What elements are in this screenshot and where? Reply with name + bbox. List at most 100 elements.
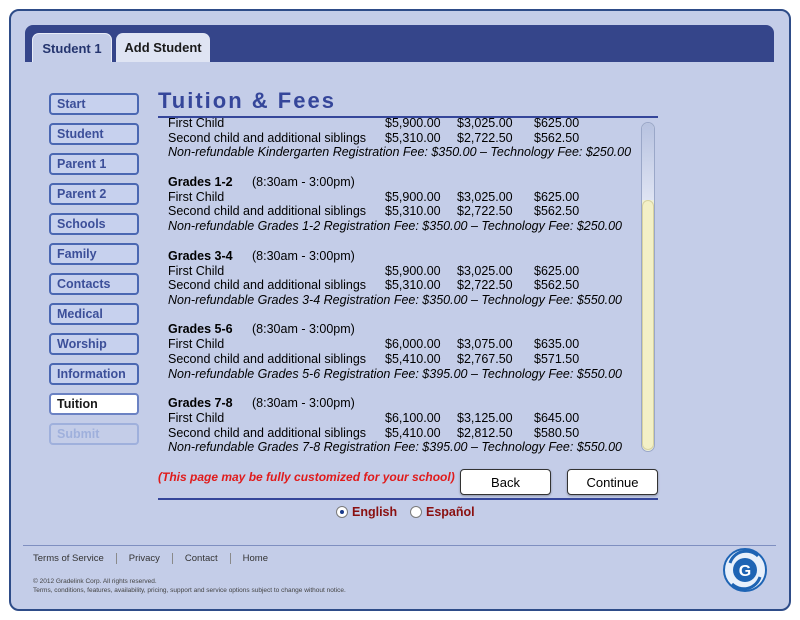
fee-group-grades-7-8: Grades 7-8 (8:30am - 3:00pm) First Child … <box>168 396 638 455</box>
fee-note: Non-refundable Grades 3-4 Registration F… <box>168 292 623 307</box>
row-label: First Child <box>168 263 225 278</box>
radio-spanish[interactable] <box>410 506 422 518</box>
fee-value: $3,075.00 <box>457 337 513 352</box>
fee-group-kindergarten: First Child $5,900.00 $3,025.00 $625.00 … <box>168 118 638 160</box>
fee-value: $5,410.00 <box>385 351 441 366</box>
group-heading: Grades 1-2 (8:30am - 3:00pm) <box>168 175 638 190</box>
page-title: Tuition & Fees <box>158 88 336 113</box>
sidebar-item-student[interactable]: Student <box>49 123 139 145</box>
table-row: First Child $6,000.00 $3,075.00 $635.00 <box>168 337 638 352</box>
group-heading: Grades 5-6 (8:30am - 3:00pm) <box>168 322 638 337</box>
sidebar-item-information[interactable]: Information <box>49 363 139 385</box>
table-row: First Child $5,900.00 $3,025.00 $625.00 <box>168 190 638 205</box>
fee-value: $5,310.00 <box>385 130 441 145</box>
fee-value: $2,722.50 <box>457 204 513 219</box>
fee-value: $5,900.00 <box>385 263 441 278</box>
footer-links: Terms of Service Privacy Contact Home <box>33 553 280 564</box>
fee-value: $562.50 <box>534 204 580 219</box>
sidebar-item-worship[interactable]: Worship <box>49 333 139 355</box>
fee-value: $5,410.00 <box>385 425 441 440</box>
group-hours: (8:30am - 3:00pm) <box>252 396 355 411</box>
customization-note: (This page may be fully customized for y… <box>158 470 455 484</box>
continue-button[interactable]: Continue <box>567 469 658 495</box>
sidebar-item-medical[interactable]: Medical <box>49 303 139 325</box>
row-label: First Child <box>168 189 225 204</box>
row-label: First Child <box>168 411 225 426</box>
fee-group-grades-1-2: Grades 1-2 (8:30am - 3:00pm) First Child … <box>168 175 638 234</box>
copyright-text: © 2012 Gradelink Corp. All rights reserv… <box>33 578 157 585</box>
fee-value: $3,025.00 <box>457 189 513 204</box>
fee-value: $635.00 <box>534 337 580 352</box>
language-spanish-option[interactable]: Español <box>410 505 475 519</box>
fee-value: $625.00 <box>534 263 580 278</box>
fee-value: $2,767.50 <box>457 351 513 366</box>
table-row: Second child and additional siblings $5,… <box>168 131 638 146</box>
group-name: Grades 1-2 <box>168 174 233 189</box>
row-label: Second child and additional siblings <box>168 130 367 145</box>
fee-value: $562.50 <box>534 278 580 293</box>
fee-value: $625.00 <box>534 118 580 130</box>
sidebar-item-submit: Submit <box>49 423 139 445</box>
sidebar-item-schools[interactable]: Schools <box>49 213 139 235</box>
fee-value: $625.00 <box>534 189 580 204</box>
fee-value: $5,310.00 <box>385 204 441 219</box>
sidebar-item-start[interactable]: Start <box>49 93 139 115</box>
group-heading: Grades 3-4 (8:30am - 3:00pm) <box>168 249 638 264</box>
footer-legal: © 2012 Gradelink Corp. All rights reserv… <box>33 578 346 595</box>
fee-value: $5,310.00 <box>385 278 441 293</box>
scrollbar-thumb[interactable] <box>642 200 654 450</box>
group-heading: Grades 7-8 (8:30am - 3:00pm) <box>168 396 638 411</box>
gradelink-logo-icon: G <box>723 548 767 592</box>
row-label: Second child and additional siblings <box>168 278 367 293</box>
fee-value: $3,025.00 <box>457 118 513 130</box>
language-english-option[interactable]: English <box>336 505 397 519</box>
fee-value: $645.00 <box>534 411 580 426</box>
tab-add-student[interactable]: Add Student <box>116 33 210 62</box>
table-row: Second child and additional siblings $5,… <box>168 278 638 293</box>
tuition-scroll-region[interactable]: First Child $5,900.00 $3,025.00 $625.00 … <box>158 118 638 456</box>
fee-note: Non-refundable Kindergarten Registration… <box>168 145 632 160</box>
row-label: Second child and additional siblings <box>168 204 367 219</box>
fee-group-grades-3-4: Grades 3-4 (8:30am - 3:00pm) First Child … <box>168 249 638 308</box>
logo-letter: G <box>739 563 751 580</box>
fee-note: Non-refundable Grades 7-8 Registration F… <box>168 440 623 455</box>
fee-value: $2,722.50 <box>457 278 513 293</box>
sidebar-nav: Start Student Parent 1 Parent 2 Schools … <box>49 93 139 453</box>
sidebar-item-contacts[interactable]: Contacts <box>49 273 139 295</box>
fee-value: $571.50 <box>534 351 580 366</box>
row-label: Second child and additional siblings <box>168 351 367 366</box>
footer-link-terms[interactable]: Terms of Service <box>33 553 117 564</box>
row-label: First Child <box>168 118 225 130</box>
fee-value: $3,025.00 <box>457 263 513 278</box>
group-hours: (8:30am - 3:00pm) <box>252 248 355 263</box>
fee-value: $3,125.00 <box>457 411 513 426</box>
group-name: Grades 7-8 <box>168 396 233 411</box>
row-label: Second child and additional siblings <box>168 425 367 440</box>
footer-link-home[interactable]: Home <box>231 553 280 564</box>
table-row: First Child $5,900.00 $3,025.00 $625.00 <box>168 264 638 279</box>
tab-student-1[interactable]: Student 1 <box>32 33 112 62</box>
scrollbar-upper <box>642 123 654 200</box>
sidebar-item-parent-2[interactable]: Parent 2 <box>49 183 139 205</box>
fee-value: $6,100.00 <box>385 411 441 426</box>
sidebar-item-parent-1[interactable]: Parent 1 <box>49 153 139 175</box>
fee-value: $2,722.50 <box>457 130 513 145</box>
sidebar-item-tuition[interactable]: Tuition <box>49 393 139 415</box>
footer-link-contact[interactable]: Contact <box>173 553 231 564</box>
back-button[interactable]: Back <box>460 469 551 495</box>
actions-divider <box>158 498 658 500</box>
fee-note: Non-refundable Grades 1-2 Registration F… <box>168 218 623 233</box>
language-english-label: English <box>352 505 398 519</box>
table-row: Second child and additional siblings $5,… <box>168 204 638 219</box>
fee-value: $2,812.50 <box>457 425 513 440</box>
fee-note: Non-refundable Grades 5-6 Registration F… <box>168 366 623 381</box>
sidebar-item-family[interactable]: Family <box>49 243 139 265</box>
radio-english[interactable] <box>336 506 348 518</box>
fee-value: $580.50 <box>534 425 580 440</box>
table-row: First Child $6,100.00 $3,125.00 $645.00 <box>168 411 638 426</box>
table-row: Second child and additional siblings $5,… <box>168 426 638 441</box>
group-hours: (8:30am - 3:00pm) <box>252 174 355 189</box>
group-hours: (8:30am - 3:00pm) <box>252 322 355 337</box>
footer-link-privacy[interactable]: Privacy <box>117 553 173 564</box>
fee-value: $6,000.00 <box>385 337 441 352</box>
